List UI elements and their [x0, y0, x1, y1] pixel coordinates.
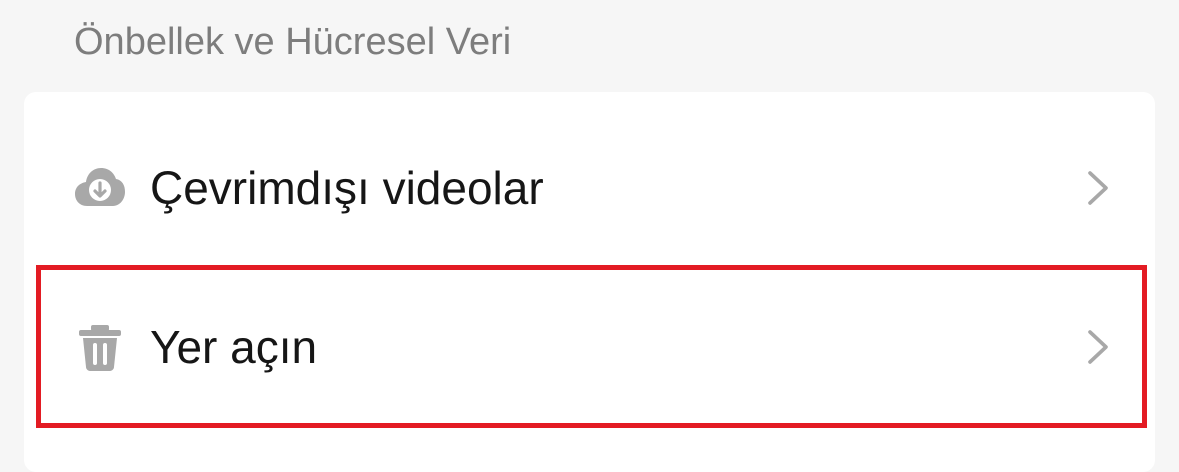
offline-videos-label: Çevrimdışı videolar [150, 162, 544, 214]
cloud-download-icon [74, 166, 126, 212]
settings-card: Çevrimdışı videolar Yer açın [24, 92, 1155, 472]
offline-videos-row[interactable]: Çevrimdışı videolar [24, 122, 1155, 252]
free-up-space-row[interactable]: Yer açın [24, 281, 1155, 411]
free-up-space-label: Yer açın [150, 321, 318, 373]
chevron-right-icon [1082, 170, 1112, 206]
section-header: Önbellek ve Hücresel Veri [74, 21, 512, 63]
trash-icon [74, 325, 126, 371]
chevron-right-icon [1082, 329, 1112, 365]
